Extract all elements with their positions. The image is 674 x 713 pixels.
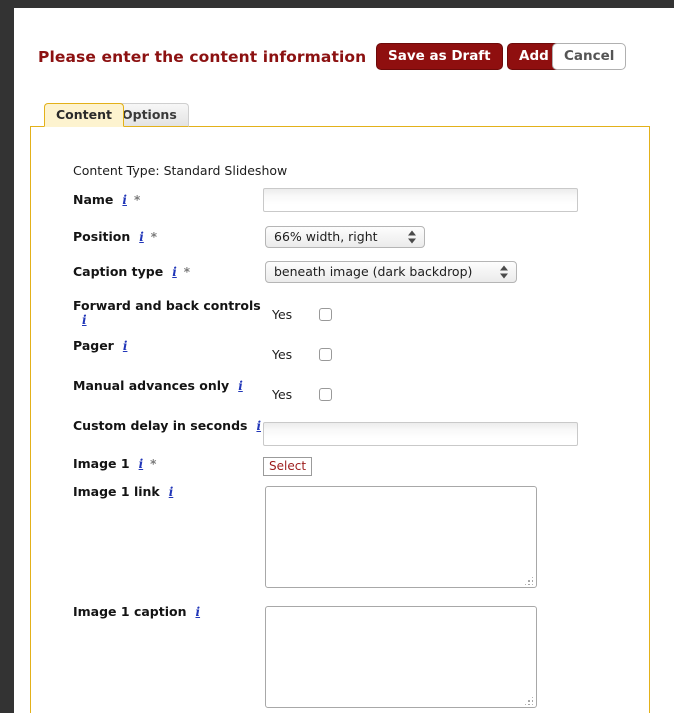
page-title: Please enter the content information <box>38 48 367 66</box>
label-image-1: Image 1 i * <box>73 456 268 472</box>
label-forward-back-controls-text: Forward and back controls <box>73 298 261 313</box>
caption-type-select-value: beneath image (dark backdrop) <box>274 264 473 279</box>
required-marker: * <box>183 265 191 279</box>
label-manual-advances-only: Manual advances only i <box>73 378 268 394</box>
forward-back-checkbox[interactable] <box>319 308 332 321</box>
save-as-draft-button[interactable]: Save as Draft <box>376 43 503 70</box>
position-select-value: 66% width, right <box>274 229 378 244</box>
manual-advances-checkbox[interactable] <box>319 388 332 401</box>
required-marker: * <box>150 230 158 244</box>
label-pager: Pager i <box>73 338 268 354</box>
label-image-1-caption: Image 1 caption i <box>73 604 268 620</box>
image-1-caption-textarea[interactable] <box>265 606 537 708</box>
info-icon[interactable]: i <box>238 379 243 393</box>
action-header: Please enter the content information Sav… <box>14 40 674 74</box>
caption-type-select[interactable]: beneath image (dark backdrop) <box>265 261 517 283</box>
name-input[interactable] <box>263 188 578 212</box>
info-icon[interactable]: i <box>82 313 87 327</box>
image-1-link-textarea[interactable] <box>265 486 537 588</box>
content-type-text: Content Type: Standard Slideshow <box>73 163 288 178</box>
required-marker: * <box>150 457 157 471</box>
info-icon[interactable]: i <box>172 265 177 279</box>
pager-yes-label: Yes <box>272 347 293 362</box>
label-name: Name i * <box>73 192 268 208</box>
info-icon[interactable]: i <box>169 485 174 499</box>
label-custom-delay: Custom delay in seconds i <box>73 418 268 434</box>
label-image-1-caption-text: Image 1 caption <box>73 604 187 619</box>
info-icon[interactable]: i <box>139 457 144 471</box>
label-forward-back-controls: Forward and back controlsi <box>73 298 268 328</box>
label-image-1-link: Image 1 link i <box>73 484 268 500</box>
label-caption-type: Caption type i * <box>73 264 268 280</box>
select-arrows-icon <box>500 265 509 280</box>
forward-back-yes-label: Yes <box>272 307 293 322</box>
cancel-button[interactable]: Cancel <box>552 43 627 70</box>
label-manual-advances-only-text: Manual advances only <box>73 378 230 393</box>
select-arrows-icon <box>408 230 417 245</box>
screenshot-viewport: Please enter the content information Sav… <box>0 0 674 713</box>
required-marker: * <box>133 193 141 207</box>
tab-content[interactable]: Content <box>44 103 124 127</box>
label-name-text: Name <box>73 192 114 207</box>
info-icon[interactable]: i <box>123 339 128 353</box>
info-icon[interactable]: i <box>195 605 200 619</box>
custom-delay-input[interactable] <box>263 422 578 446</box>
label-custom-delay-text: Custom delay in seconds <box>73 418 248 433</box>
manual-advances-yes-label: Yes <box>272 387 293 402</box>
resize-grip-icon <box>522 694 533 705</box>
info-icon[interactable]: i <box>256 419 261 433</box>
pager-checkbox[interactable] <box>319 348 332 361</box>
image-1-select-button[interactable]: Select <box>263 457 313 476</box>
info-icon[interactable]: i <box>139 230 144 244</box>
page-content: Please enter the content information Sav… <box>14 8 674 713</box>
label-image-1-text: Image 1 <box>73 456 130 471</box>
label-caption-type-text: Caption type <box>73 264 164 279</box>
label-pager-text: Pager <box>73 338 114 353</box>
label-image-1-link-text: Image 1 link <box>73 484 160 499</box>
label-position-text: Position <box>73 229 131 244</box>
position-select[interactable]: 66% width, right <box>265 226 425 248</box>
info-icon[interactable]: i <box>122 193 127 207</box>
label-position: Position i * <box>73 229 268 245</box>
active-tab-seam <box>45 126 107 127</box>
content-panel: Content Type: Standard Slideshow Name i * … <box>30 126 650 713</box>
resize-grip-icon <box>522 574 533 585</box>
